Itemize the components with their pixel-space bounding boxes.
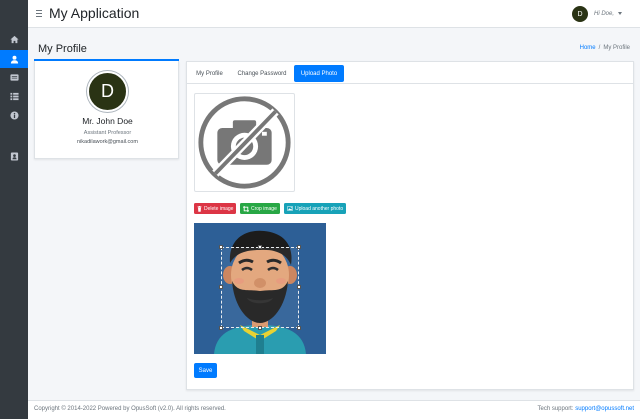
save-button[interactable]: Save — [194, 363, 217, 378]
chevron-down-icon[interactable] — [618, 12, 622, 15]
sidebar-item-home[interactable] — [0, 30, 28, 48]
support-email-link[interactable]: support@opussoft.net — [575, 406, 634, 412]
footer: Copyright © 2014-2022 Powered by OpusSof… — [28, 400, 640, 419]
menu-toggle-icon[interactable] — [36, 10, 42, 19]
upload-photo-card: My Profile Change Password Upload Photo … — [186, 61, 634, 390]
tab-change-password[interactable]: Change Password — [232, 65, 292, 82]
profile-avatar: D — [87, 71, 128, 112]
sidebar — [0, 0, 28, 419]
profile-name: Mr. John Doe — [82, 116, 133, 126]
crop-handle[interactable] — [297, 245, 301, 249]
contact-book-icon — [10, 151, 18, 161]
photo-crop-area[interactable] — [194, 223, 326, 354]
upload-another-photo-button[interactable]: Upload another photo — [284, 203, 347, 214]
crop-handle[interactable] — [219, 245, 223, 249]
home-icon — [9, 35, 19, 43]
support-label: Tech support: — [537, 406, 574, 412]
tab-my-profile[interactable]: My Profile — [192, 65, 227, 82]
delete-image-label: Delete image — [204, 205, 234, 212]
current-photo — [194, 93, 295, 192]
profile-email: nikadilawork@gmail.com — [77, 139, 138, 145]
upload-another-photo-label: Upload another photo — [295, 205, 344, 212]
sidebar-item-list[interactable] — [0, 87, 28, 105]
crop-icon — [243, 205, 249, 212]
app-title: My Application — [49, 5, 140, 21]
id-card-icon — [9, 73, 19, 81]
sidebar-item-contacts[interactable] — [0, 147, 28, 165]
crop-image-label: Crop image — [251, 205, 277, 212]
footer-copyright: Copyright © 2014-2022 Powered by OpusSof… — [34, 406, 226, 412]
profile-role: Assistant Professor — [83, 130, 132, 136]
crop-handle[interactable] — [219, 285, 223, 289]
list-icon — [9, 92, 19, 100]
breadcrumb: Home / My Profile — [580, 45, 630, 51]
crop-handle[interactable] — [219, 326, 223, 330]
crop-handle[interactable] — [297, 285, 301, 289]
sidebar-item-cards[interactable] — [0, 68, 28, 86]
crop-handle[interactable] — [297, 326, 301, 330]
user-greeting[interactable]: Hi Doe, — [594, 11, 614, 17]
info-icon — [9, 110, 19, 120]
crop-handle[interactable] — [258, 245, 262, 249]
profile-card: D Mr. John Doe Assistant Professor nikad… — [34, 61, 179, 159]
profile-tabs: My Profile Change Password Upload Photo — [187, 62, 633, 84]
sidebar-item-profile[interactable] — [0, 50, 28, 68]
crop-handle[interactable] — [258, 326, 262, 330]
image-icon — [287, 206, 293, 211]
sidebar-item-info[interactable] — [0, 106, 28, 124]
breadcrumb-home-link[interactable]: Home — [580, 45, 596, 51]
delete-image-button[interactable]: Delete image — [194, 203, 237, 214]
user-icon — [10, 55, 18, 64]
page-title: My Profile — [38, 43, 87, 55]
trash-icon — [197, 205, 202, 212]
top-navbar: My Application D Hi Doe, — [28, 0, 640, 28]
tab-upload-photo[interactable]: Upload Photo — [294, 65, 344, 82]
footer-support: Tech support: support@opussoft.net — [538, 406, 635, 412]
breadcrumb-current: My Profile — [603, 45, 630, 51]
crop-selection-box[interactable] — [221, 247, 299, 328]
no-camera-icon — [198, 96, 291, 189]
user-avatar[interactable]: D — [572, 6, 588, 22]
breadcrumb-separator: / — [598, 45, 601, 51]
crop-image-button[interactable]: Crop image — [240, 203, 280, 214]
